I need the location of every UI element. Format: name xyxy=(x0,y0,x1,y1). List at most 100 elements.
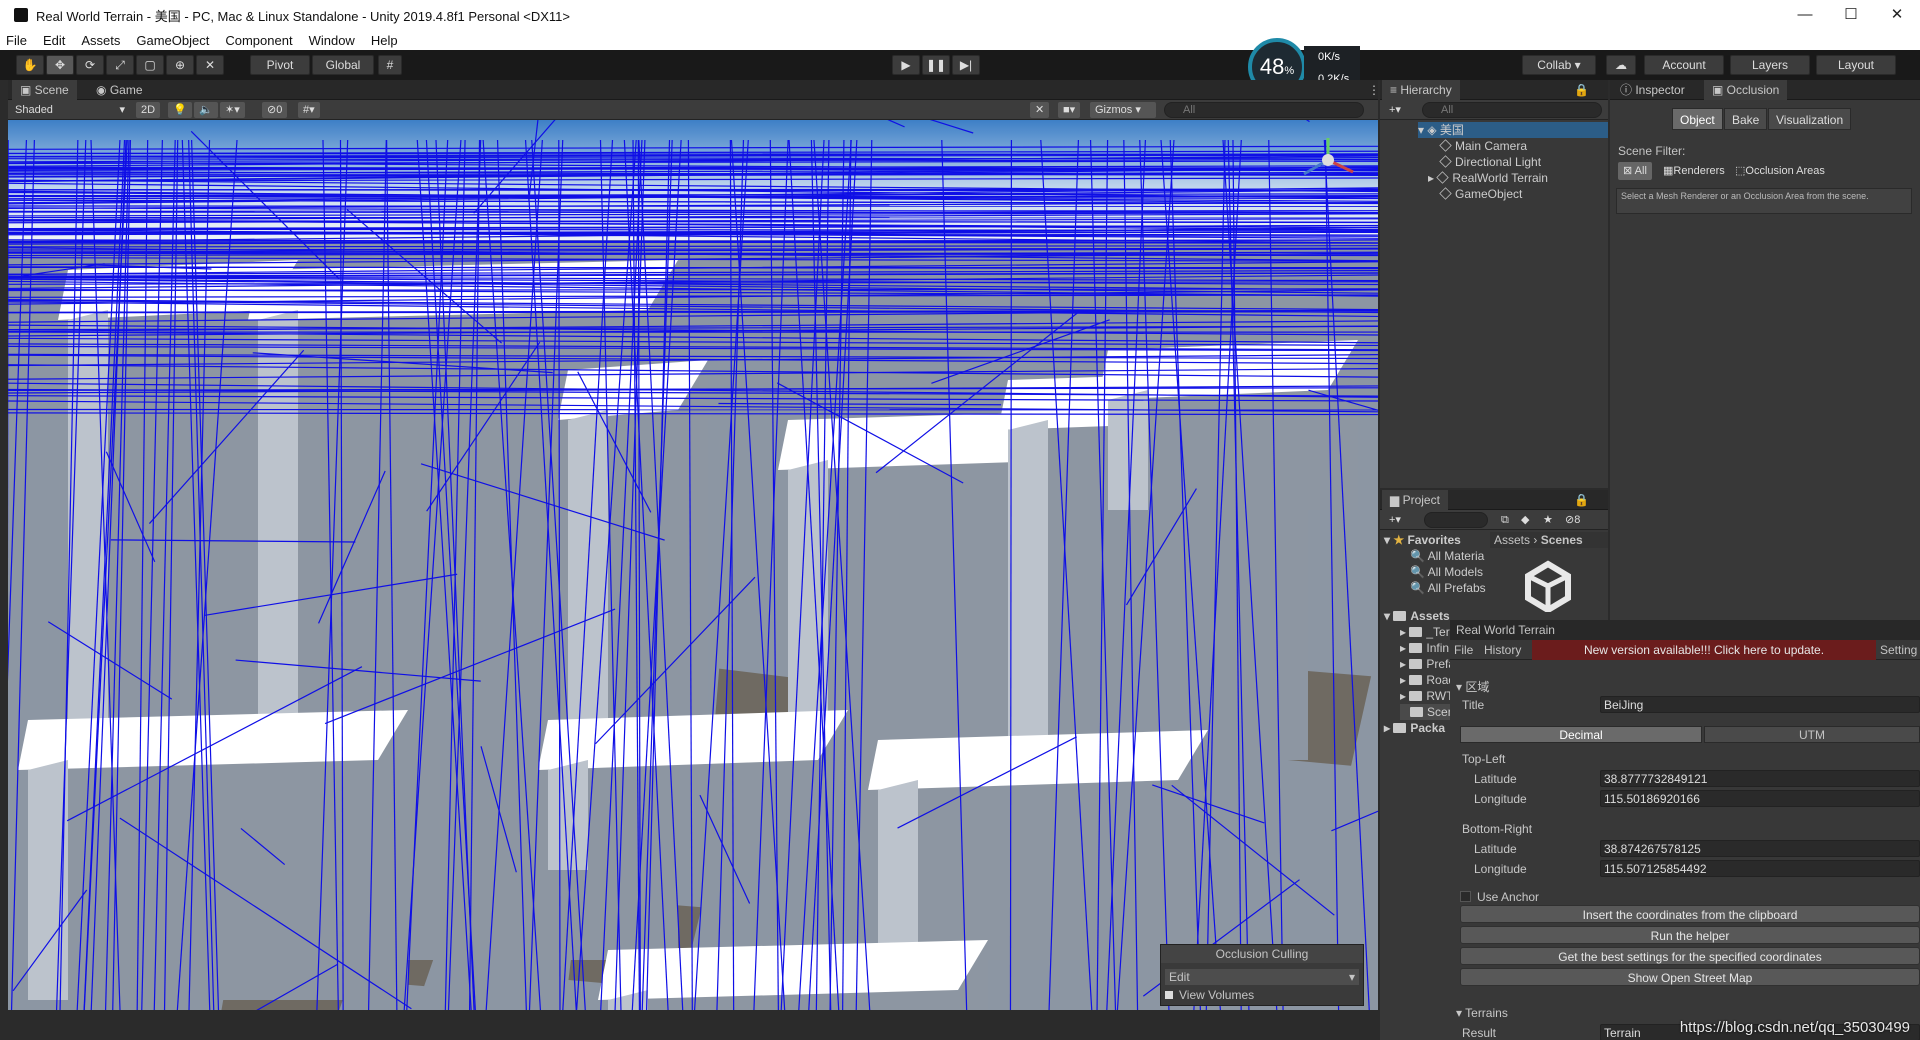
menu-file[interactable]: File xyxy=(6,33,27,48)
pause-button[interactable]: ❚❚ xyxy=(922,55,950,75)
effects-dropdown-icon[interactable]: ✶▾ xyxy=(220,102,245,118)
filter-all-button[interactable]: ⊠ All xyxy=(1618,162,1652,180)
scene-root-row[interactable]: ▾ ◈ 美国 xyxy=(1418,122,1608,138)
audio-toggle-icon[interactable]: 🔈 xyxy=(194,102,218,118)
menu-gameobject[interactable]: GameObject xyxy=(136,33,209,48)
br-longitude-field[interactable]: 115.507125854492 xyxy=(1600,860,1920,877)
asset-folder[interactable]: ▸ _Ter xyxy=(1400,624,1450,640)
rwt-file-menu[interactable]: File xyxy=(1454,643,1473,657)
2d-toggle[interactable]: 2D xyxy=(136,102,161,118)
tools-icon[interactable]: ✕ xyxy=(1030,102,1050,118)
asset-folder[interactable]: ▸ RWT xyxy=(1400,688,1453,704)
use-anchor-toggle[interactable]: Use Anchor xyxy=(1460,890,1539,904)
scene-search-input[interactable]: All xyxy=(1164,102,1364,118)
minimize-button[interactable]: — xyxy=(1782,0,1828,30)
menu-component[interactable]: Component xyxy=(225,33,292,48)
rect-tool-icon[interactable]: ▢ xyxy=(136,55,164,75)
tab-scene[interactable]: ▣ Scene xyxy=(12,80,77,100)
scale-tool-icon[interactable]: ⤢ xyxy=(106,55,134,75)
menu-window[interactable]: Window xyxy=(309,33,355,48)
area-section-header[interactable]: ▾ 区域 xyxy=(1456,678,1489,695)
step-button[interactable]: ▶| xyxy=(952,55,980,75)
grid-dropdown-icon[interactable]: #▾ xyxy=(298,102,320,118)
account-dropdown[interactable]: Account xyxy=(1644,55,1724,75)
assets-row[interactable]: ▾ Assets xyxy=(1384,608,1450,624)
transform-tool-icon[interactable]: ⊕ xyxy=(166,55,194,75)
filter-renderers-button[interactable]: ▦Renderers xyxy=(1658,162,1730,180)
title-field[interactable]: BeiJing xyxy=(1600,696,1920,713)
rwt-title-tab[interactable]: Real World Terrain xyxy=(1450,620,1920,640)
favorite-item[interactable]: 🔍 All Prefabs xyxy=(1410,580,1486,596)
gizmos-dropdown[interactable]: Gizmos ▾ xyxy=(1090,102,1156,118)
unity-scene-asset-icon[interactable] xyxy=(1522,560,1574,614)
move-tool-icon[interactable]: ✥ xyxy=(46,55,74,75)
mode-bake-button[interactable]: Bake xyxy=(1724,108,1768,130)
project-create-icon[interactable]: +▾ xyxy=(1384,512,1406,528)
occlusion-mode-dropdown[interactable]: Edit ▾ xyxy=(1165,969,1359,985)
run-helper-button[interactable]: Run the helper xyxy=(1460,926,1920,944)
decimal-tab[interactable]: Decimal xyxy=(1460,726,1702,743)
search-by-type-icon[interactable]: ⧉ xyxy=(1496,512,1514,528)
asset-folder[interactable]: ▸ Road xyxy=(1400,672,1455,688)
search-by-label-icon[interactable]: ◆ xyxy=(1516,512,1534,528)
tab-hierarchy[interactable]: ≡ Hierarchy xyxy=(1382,80,1460,100)
layers-dropdown[interactable]: Layers xyxy=(1730,55,1810,75)
favorite-item[interactable]: 🔍 All Models xyxy=(1410,564,1483,580)
snap-grid-icon[interactable]: # xyxy=(378,55,402,75)
play-button[interactable]: ▶ xyxy=(892,55,920,75)
hidden-objects-icon[interactable]: ⊘0 xyxy=(262,102,288,118)
create-add-icon[interactable]: +▾ xyxy=(1384,102,1406,118)
insert-coordinates-button[interactable]: Insert the coordinates from the clipboar… xyxy=(1460,905,1920,923)
pivot-toggle[interactable]: Pivot xyxy=(250,55,310,75)
view-volumes-checkbox[interactable] xyxy=(1165,991,1173,999)
custom-tool-icon[interactable]: ✕ xyxy=(196,55,224,75)
layout-dropdown[interactable]: Layout xyxy=(1816,55,1896,75)
maximize-button[interactable]: ☐ xyxy=(1828,0,1874,30)
menu-help[interactable]: Help xyxy=(371,33,398,48)
camera-dropdown-icon[interactable]: ■▾ xyxy=(1058,102,1081,118)
favorites-row[interactable]: ▾ ★ Favorites xyxy=(1384,532,1461,548)
breadcrumb-scenes[interactable]: Scenes xyxy=(1541,533,1583,547)
hierarchy-search-input[interactable]: All xyxy=(1422,102,1602,118)
terrains-section-header[interactable]: ▾ Terrains xyxy=(1456,1006,1508,1020)
filter-occlusion-areas-button[interactable]: ⬚Occlusion Areas xyxy=(1730,162,1830,180)
rotate-tool-icon[interactable]: ⟳ xyxy=(76,55,104,75)
lighting-toggle-icon[interactable]: 💡 xyxy=(168,102,192,118)
project-lock-icon[interactable]: 🔒⋮ xyxy=(1566,490,1608,527)
best-settings-button[interactable]: Get the best settings for the specified … xyxy=(1460,947,1920,965)
lock-icon[interactable]: 🔒⋮ xyxy=(1566,80,1608,117)
utm-tab[interactable]: UTM xyxy=(1704,726,1920,743)
rwt-history-menu[interactable]: History xyxy=(1484,643,1521,657)
project-search-input[interactable] xyxy=(1424,512,1488,528)
collab-dropdown[interactable]: Collab ▾ xyxy=(1522,55,1596,75)
mode-object-button[interactable]: Object xyxy=(1672,108,1723,130)
tab-inspector[interactable]: ⓘ Inspector xyxy=(1612,80,1693,100)
hidden-packages-icon[interactable]: ⊘8 xyxy=(1560,512,1585,528)
asset-folder[interactable]: Scen xyxy=(1400,704,1455,720)
tl-longitude-field[interactable]: 115.50186920166 xyxy=(1600,790,1920,807)
tab-project[interactable]: ▆ Project xyxy=(1382,490,1448,510)
close-button[interactable]: ✕ xyxy=(1874,0,1920,30)
cloud-icon[interactable]: ☁ xyxy=(1606,55,1636,75)
use-anchor-checkbox[interactable] xyxy=(1460,891,1471,902)
tab-occlusion[interactable]: ▣ Occlusion xyxy=(1704,80,1788,100)
hand-tool-icon[interactable]: ✋ xyxy=(16,55,44,75)
asset-folder[interactable]: ▸ Prefa xyxy=(1400,656,1455,672)
view-volumes-toggle[interactable]: View Volumes xyxy=(1165,987,1359,1003)
update-notice-banner[interactable]: New version available!!! Click here to u… xyxy=(1532,640,1876,660)
breadcrumb-assets[interactable]: Assets xyxy=(1494,533,1530,547)
packages-row[interactable]: ▸ Packa xyxy=(1384,720,1445,736)
tl-latitude-field[interactable]: 38.8777732849121 xyxy=(1600,770,1920,787)
rwt-settings-tab[interactable]: Setting xyxy=(1880,643,1917,657)
br-latitude-field[interactable]: 38.874267578125 xyxy=(1600,840,1920,857)
mode-visualization-button[interactable]: Visualization xyxy=(1768,108,1852,130)
favorite-star-icon[interactable]: ★ xyxy=(1538,512,1558,528)
scene-viewport[interactable] xyxy=(8,120,1378,1010)
menu-assets[interactable]: Assets xyxy=(81,33,120,48)
global-toggle[interactable]: Global xyxy=(312,55,374,75)
shading-mode-dropdown[interactable]: Shaded ▾ xyxy=(10,102,130,118)
favorite-item[interactable]: 🔍 All Materia xyxy=(1410,548,1484,564)
menu-edit[interactable]: Edit xyxy=(43,33,65,48)
tab-game[interactable]: ◉ Game xyxy=(88,80,151,100)
asset-folder[interactable]: ▸ Infin xyxy=(1400,640,1449,656)
